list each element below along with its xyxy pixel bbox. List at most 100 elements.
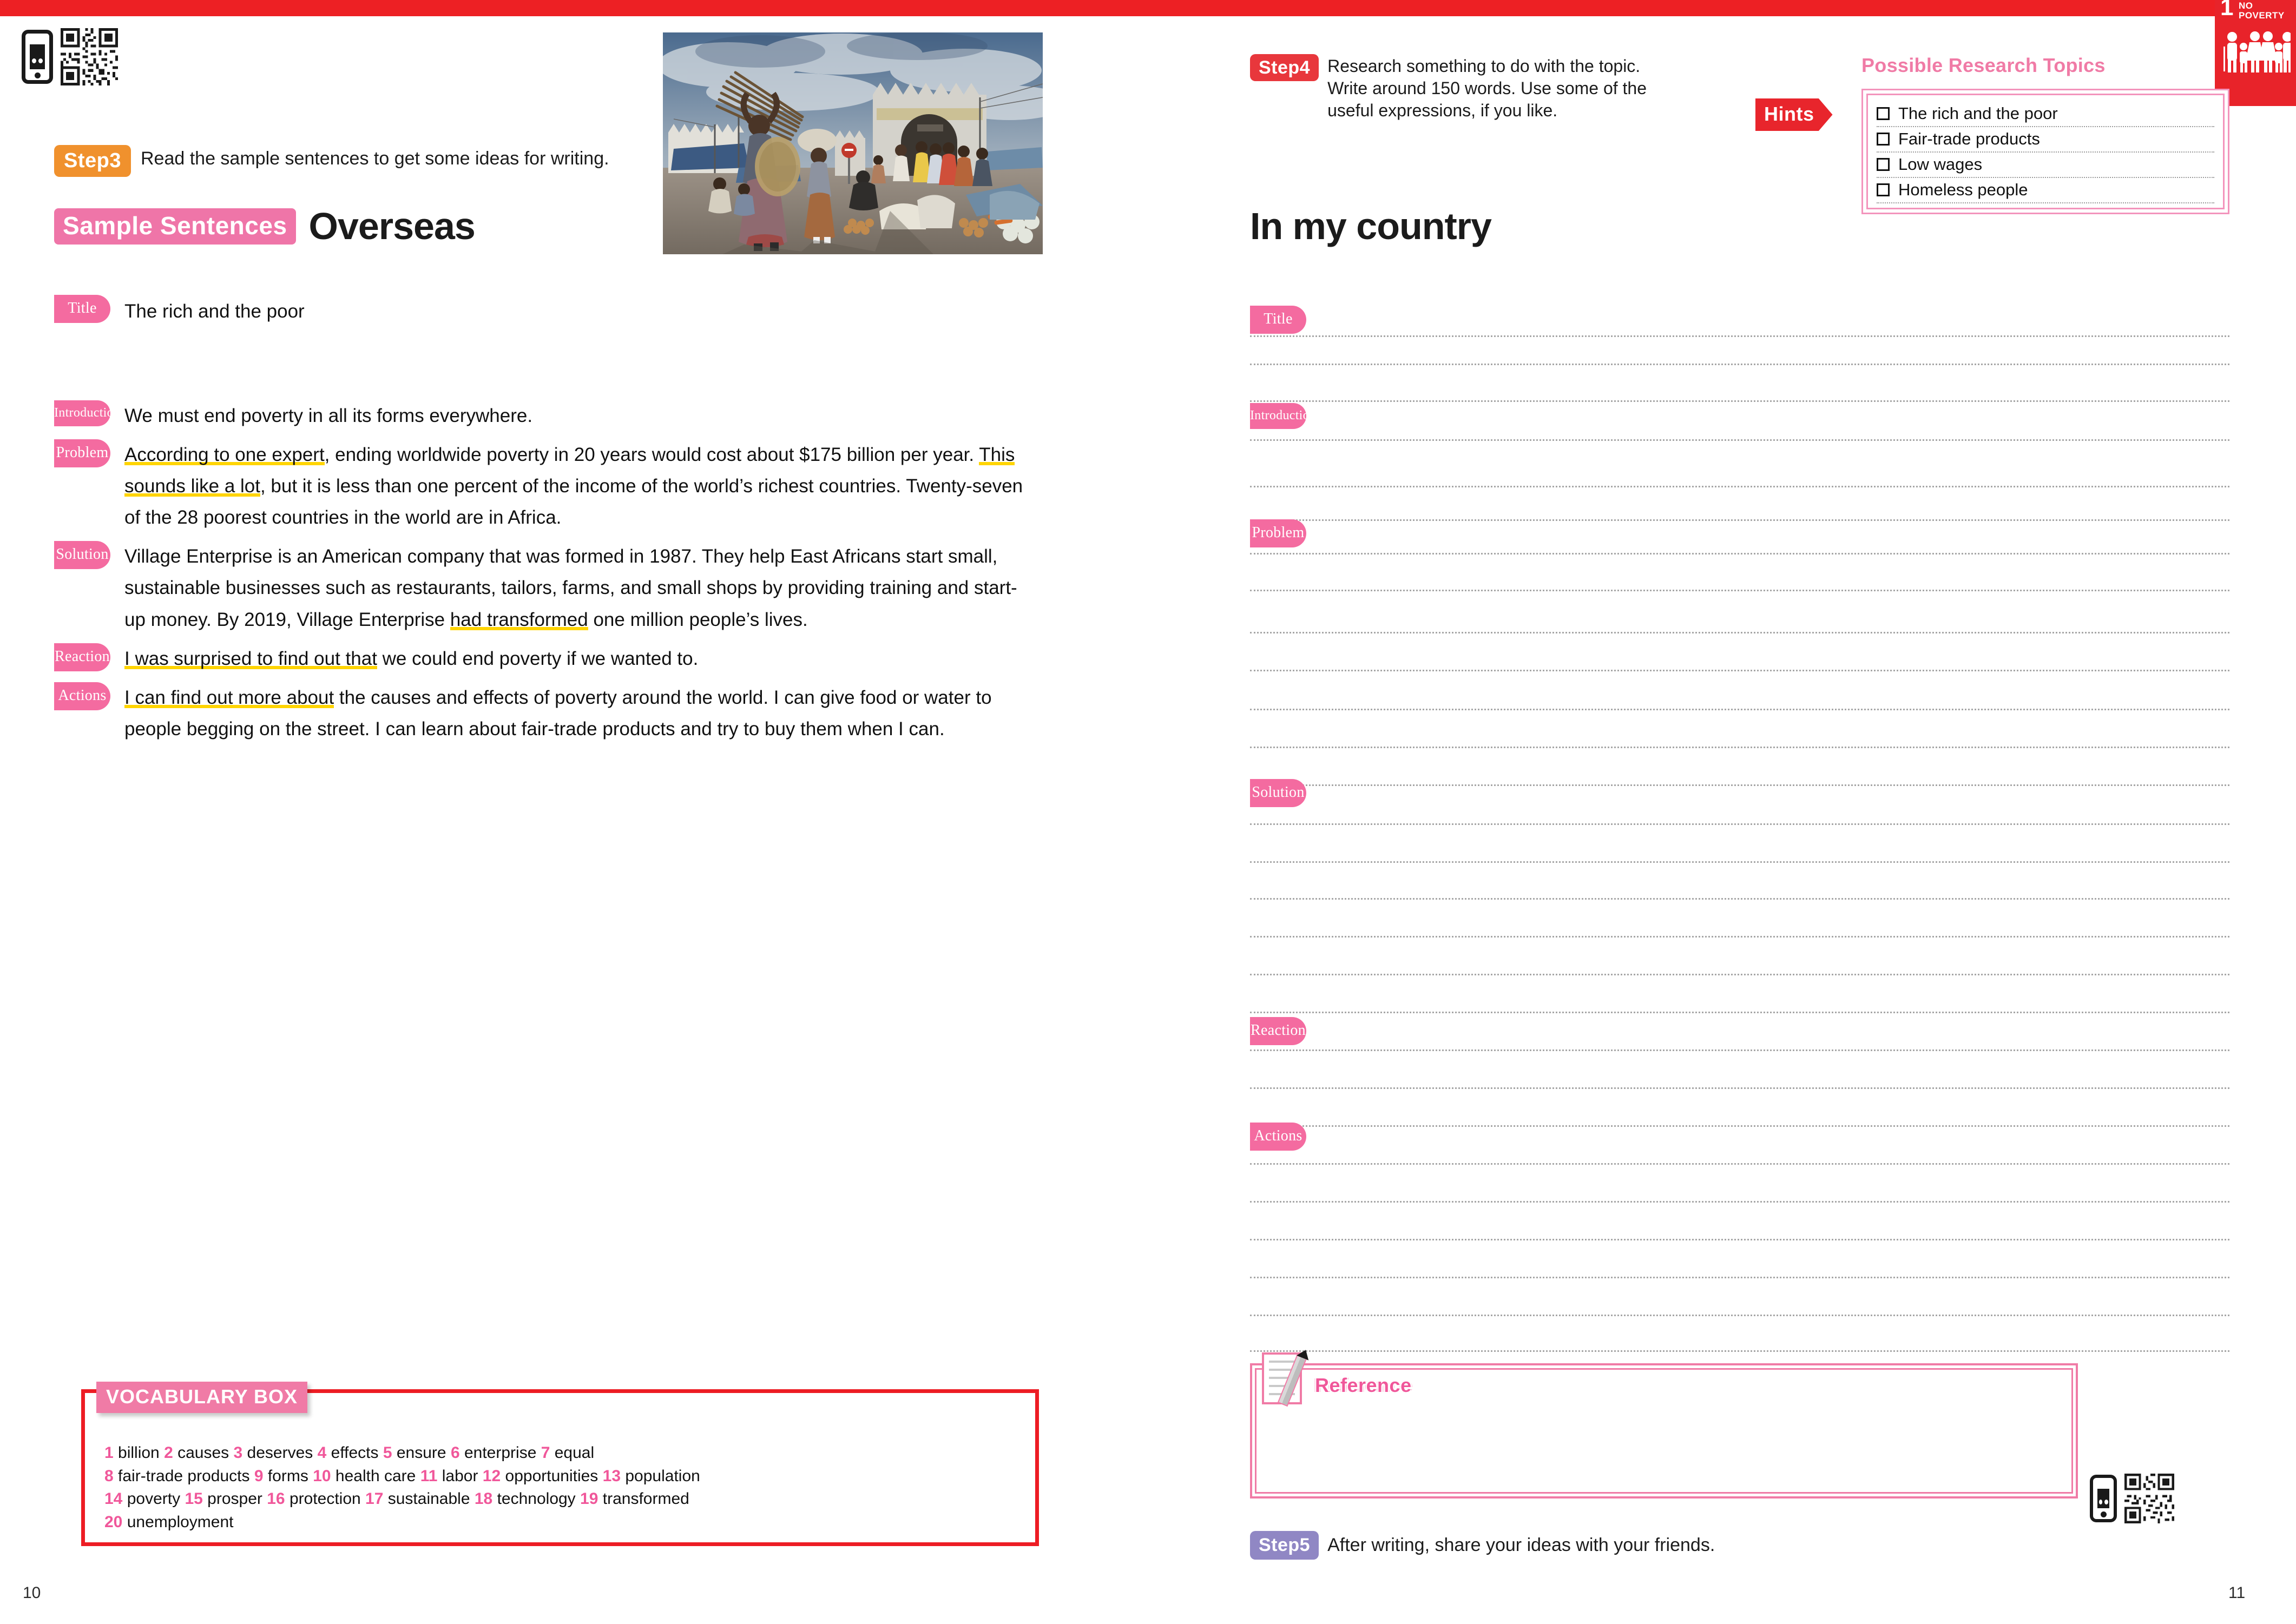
phone-screen-dots	[2093, 1500, 2114, 1504]
checkbox-icon[interactable]	[1877, 158, 1890, 171]
writing-line[interactable]	[1250, 1049, 2229, 1051]
top-red-banner	[0, 0, 2296, 16]
step3-instruction: Read the sample sentences to get some id…	[140, 148, 609, 169]
highlighted-expression: had transformed	[450, 609, 588, 630]
writing-line[interactable]	[1250, 1125, 2229, 1127]
vocabulary-number: 3	[233, 1444, 247, 1462]
research-topics-title: Possible Research Topics	[1861, 54, 2106, 77]
checkbox-icon[interactable]	[1877, 133, 1890, 146]
checkbox-icon[interactable]	[1877, 183, 1890, 196]
sample-section: Problem According to one expert, ending w…	[54, 439, 1028, 533]
writing-line[interactable]	[1250, 632, 2229, 633]
vocabulary-word: protection	[289, 1490, 366, 1508]
overseas-heading: Overseas	[308, 205, 476, 247]
writing-line[interactable]	[1250, 590, 2229, 591]
label-actions: Actions	[54, 682, 110, 710]
vocabulary-number: 1	[104, 1444, 119, 1462]
vocabulary-number: 2	[164, 1444, 178, 1462]
writing-line[interactable]	[1250, 709, 2229, 710]
research-topic-label: Fair-trade products	[1898, 129, 2040, 148]
step4-instruction: Research something to do with the topic.…	[1327, 56, 1647, 120]
step3-block: Step3 Read the sample sentences to get s…	[54, 145, 639, 177]
vocabulary-number: 8	[104, 1467, 119, 1485]
research-topics-heading: Possible Research Topics	[1861, 54, 2106, 76]
writing-line[interactable]	[1250, 747, 2229, 748]
vocabulary-word: health care	[335, 1467, 420, 1485]
vocabulary-word: poverty	[127, 1490, 185, 1508]
writing-line[interactable]	[1250, 1315, 2229, 1316]
research-topic-row[interactable]: Fair-trade products	[1877, 127, 2214, 153]
label-reaction: Reaction	[54, 643, 110, 671]
sample-section: Reaction I was surprised to find out that…	[54, 643, 1028, 675]
research-topic-label: Low wages	[1898, 155, 1983, 174]
writing-line[interactable]	[1250, 1012, 2229, 1013]
writing-line[interactable]	[1250, 823, 2229, 825]
vocabulary-number: 5	[383, 1444, 397, 1462]
vocabulary-number: 6	[450, 1444, 464, 1462]
writing-line[interactable]	[1250, 364, 2229, 365]
checkbox-icon[interactable]	[1877, 107, 1890, 120]
title-value: The rich and the poor	[124, 301, 305, 322]
writing-line[interactable]	[1250, 439, 2229, 441]
vocabulary-line: 20 unemployment	[104, 1511, 1019, 1534]
vocabulary-number: 19	[580, 1490, 603, 1508]
sample-section: Actions I can find out more about the cau…	[54, 682, 1028, 745]
vocabulary-number: 13	[602, 1467, 626, 1485]
vocabulary-number: 14	[104, 1490, 127, 1508]
family-figures-icon	[2223, 31, 2291, 72]
sample-section-text: Village Enterprise is an American compan…	[124, 546, 1017, 630]
writing-line[interactable]	[1250, 400, 2229, 402]
step4-block: Step4 Research something to do with the …	[1250, 54, 1661, 122]
writing-line[interactable]	[1250, 1239, 2229, 1240]
sample-sentence-sections: Introduction We must end poverty in all i…	[54, 400, 1028, 752]
title-row: Title The rich and the poor	[54, 295, 305, 327]
writing-line[interactable]	[1250, 553, 2229, 554]
research-topic-row[interactable]: The rich and the poor	[1877, 102, 2214, 127]
vocabulary-word: enterprise	[464, 1444, 541, 1462]
writing-line[interactable]	[1250, 1163, 2229, 1165]
writing-line[interactable]	[1250, 519, 2229, 521]
label-introduction: Introduction	[54, 400, 120, 426]
right-phone-qr-group[interactable]	[2090, 1474, 2174, 1523]
vocabulary-word: transformed	[602, 1490, 689, 1508]
vocabulary-word: forms	[267, 1467, 313, 1485]
vocabulary-number: 11	[420, 1467, 442, 1485]
research-topic-row[interactable]: Low wages	[1877, 153, 2214, 178]
sample-section-text: I can find out more about the causes and…	[124, 686, 992, 740]
writing-line[interactable]	[1250, 335, 2229, 337]
qr-code-icon[interactable]	[2124, 1474, 2174, 1523]
label-problem: Problem	[1250, 519, 1306, 547]
vocabulary-word-list: 1 billion 2 causes 3 deserves 4 effects …	[85, 1393, 1035, 1534]
page-number-left: 10	[23, 1584, 41, 1602]
vocabulary-word: population	[625, 1467, 700, 1485]
research-topics-box[interactable]: The rich and the poor Fair-trade products…	[1861, 89, 2229, 214]
writing-line[interactable]	[1250, 898, 2229, 900]
vocabulary-number: 15	[185, 1490, 208, 1508]
writing-line[interactable]	[1250, 1350, 2229, 1352]
writing-line[interactable]	[1250, 1277, 2229, 1278]
writing-line[interactable]	[1250, 936, 2229, 938]
sample-section: Solution Village Enterprise is an America…	[54, 541, 1028, 635]
research-topic-label: Homeless people	[1898, 180, 2028, 199]
writing-line[interactable]	[1250, 784, 2229, 786]
writing-line[interactable]	[1250, 1087, 2229, 1089]
market-scene-photo	[663, 32, 1043, 254]
research-topic-row[interactable]: Homeless people	[1877, 178, 2214, 203]
writing-line[interactable]	[1250, 1201, 2229, 1203]
qr-code-icon[interactable]	[61, 28, 118, 85]
label-actions: Actions	[1250, 1123, 1306, 1151]
vocabulary-word: billion	[118, 1444, 165, 1462]
reference-label: Reference	[1315, 1374, 1412, 1396]
sdg-label: NO POVERTY	[2239, 1, 2285, 21]
sample-section-text: I was surprised to find out that we coul…	[124, 648, 699, 669]
step5-block: Step5 After writing, share your ideas wi…	[1250, 1531, 1715, 1560]
writing-line[interactable]	[1250, 861, 2229, 863]
writing-line[interactable]	[1250, 974, 2229, 975]
left-phone-qr-group[interactable]	[22, 28, 118, 85]
page-number-right: 11	[2228, 1584, 2246, 1602]
textbook-spread: 1 NO POVERTY Step3 Read the sample sente…	[0, 0, 2296, 1624]
writing-line[interactable]	[1250, 670, 2229, 671]
label-solution: Solution	[1250, 779, 1306, 807]
step4-badge: Step4	[1250, 54, 1319, 81]
writing-line[interactable]	[1250, 486, 2229, 487]
